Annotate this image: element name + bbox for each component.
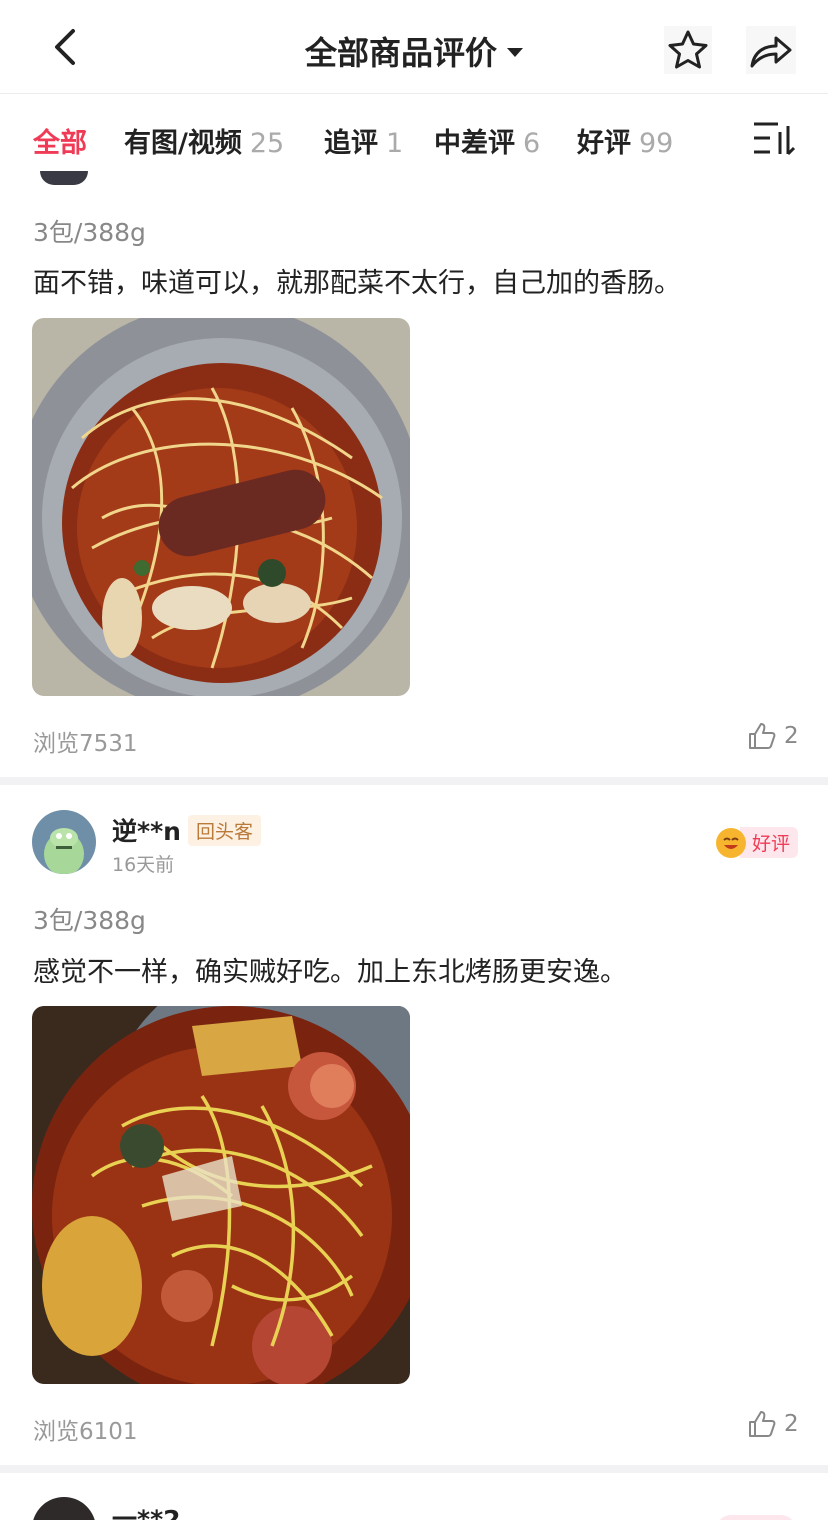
like-count: 2 xyxy=(784,1411,799,1437)
thumbs-up-icon xyxy=(749,723,776,749)
tab-all[interactable]: 全部 xyxy=(33,121,87,160)
review-card: 3包/388g 面不错，味道可以，就那配菜不太行，自己加的香肠。 浏览7531 … xyxy=(0,171,828,777)
like-button[interactable]: 2 xyxy=(748,1410,799,1438)
smiley-face-icon xyxy=(716,827,746,858)
tab-with-media[interactable]: 有图/视频 25 xyxy=(124,121,284,160)
avatar xyxy=(40,171,88,185)
review-spec: 3包/388g xyxy=(33,218,146,247)
tab-count: 1 xyxy=(386,128,404,159)
view-count: 浏览6101 xyxy=(33,1419,138,1445)
tab-label: 好评 xyxy=(577,128,631,159)
review-content: 面不错，味道可以，就那配菜不太行，自己加的香肠。 xyxy=(33,268,681,299)
tab-follow-up[interactable]: 追评 1 xyxy=(324,121,403,160)
share-button[interactable] xyxy=(746,26,796,74)
tab-count: 25 xyxy=(249,128,285,159)
share-icon xyxy=(750,36,792,68)
filter-sort-icon[interactable] xyxy=(752,118,796,158)
section-divider xyxy=(0,1465,828,1473)
filter-tabs: 全部 有图/视频 25 追评 1 中差评 6 好评 99 xyxy=(0,95,828,179)
caret-down-icon xyxy=(507,47,523,57)
tab-label: 全部 xyxy=(33,128,87,159)
review-content: 感觉不一样，确实贼好吃。加上东北烤肠更安逸。 xyxy=(33,957,627,988)
review-spec: 3包/388g xyxy=(33,906,146,935)
tab-label: 追评 xyxy=(324,128,378,159)
rating-badge xyxy=(716,1515,796,1520)
tab-positive[interactable]: 好评 99 xyxy=(577,121,673,160)
view-count: 浏览7531 xyxy=(33,731,138,757)
top-nav-bar: 全部商品评价 xyxy=(0,0,828,94)
avatar[interactable] xyxy=(32,1497,96,1520)
noodle-soup-with-sausage-photo[interactable] xyxy=(32,318,410,696)
tab-negative[interactable]: 中差评 6 xyxy=(434,121,540,160)
like-button[interactable]: 2 xyxy=(748,722,799,750)
username: 逆**n xyxy=(112,817,181,846)
repeat-buyer-badge: 回头客 xyxy=(188,815,262,846)
noodle-soup-with-grilled-sausage-photo[interactable] xyxy=(32,1006,410,1384)
review-card: 逆**n 回头客 16天前 好评 3包/388g 感觉不一样，确实贼好吃。加上东… xyxy=(0,785,828,1465)
tab-label: 有图/视频 xyxy=(124,128,242,159)
favorite-button[interactable] xyxy=(664,26,712,74)
tab-label: 中差评 xyxy=(434,128,515,159)
section-divider xyxy=(0,777,828,785)
review-card: 一**2 xyxy=(0,1473,828,1520)
like-count: 2 xyxy=(784,723,799,749)
tab-count: 99 xyxy=(639,128,674,159)
thumbs-up-icon xyxy=(749,1411,776,1437)
review-time: 16天前 xyxy=(112,854,175,876)
page-title: 全部商品评价 xyxy=(304,34,497,72)
avatar[interactable] xyxy=(32,810,96,874)
star-icon xyxy=(668,30,708,69)
rating-label: 好评 xyxy=(740,827,799,858)
username: 一**2 xyxy=(112,1505,181,1520)
rating-badge: 好评 xyxy=(716,827,799,858)
tab-count: 6 xyxy=(523,128,541,159)
